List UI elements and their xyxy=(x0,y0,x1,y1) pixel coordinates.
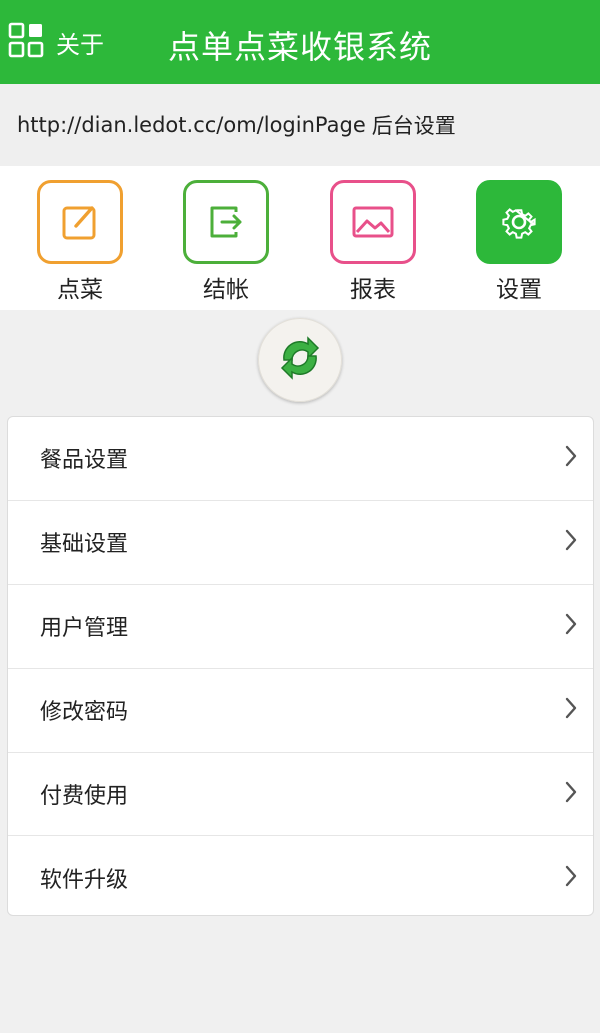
settings-button[interactable]: 设置 xyxy=(459,180,579,304)
checkout-button[interactable]: 结帐 xyxy=(166,180,286,304)
about-label: 关于 xyxy=(56,30,104,59)
menu-item-label: 软件升级 xyxy=(40,868,129,894)
checkout-label: 结帐 xyxy=(203,277,249,303)
refresh-icon xyxy=(272,330,328,390)
menu-item-change-password[interactable]: 修改密码 xyxy=(8,669,593,753)
server-url-bar[interactable]: http://dian.ledot.cc/om/loginPage 后台设置 xyxy=(0,84,600,166)
chevron-right-icon xyxy=(563,780,579,808)
app-title: 点单点菜收银系统 xyxy=(168,28,433,66)
function-row: 点菜 结帐 报表 设置 xyxy=(0,166,600,310)
order-dishes-label: 点菜 xyxy=(57,277,103,303)
chevron-right-icon xyxy=(563,612,579,640)
about-button[interactable]: 关于 xyxy=(8,22,104,62)
chevron-right-icon xyxy=(563,864,579,892)
menu-item-user-management[interactable]: 用户管理 xyxy=(8,585,593,669)
report-button[interactable]: 报表 xyxy=(313,180,433,304)
edit-icon xyxy=(37,180,123,264)
grid-menu-icon xyxy=(8,22,44,62)
refresh-button[interactable] xyxy=(258,318,342,402)
report-label: 报表 xyxy=(350,277,396,303)
server-url: http://dian.ledot.cc/om/loginPage xyxy=(17,113,366,137)
settings-label: 设置 xyxy=(496,277,542,303)
menu-item-dish-settings[interactable]: 餐品设置 xyxy=(8,417,593,501)
app-header: 关于 点单点菜收银系统 xyxy=(0,0,600,84)
menu-item-label: 基础设置 xyxy=(40,532,129,558)
menu-item-paid-usage[interactable]: 付费使用 xyxy=(8,753,593,837)
gear-icon xyxy=(476,180,562,264)
menu-item-software-upgrade[interactable]: 软件升级 xyxy=(8,836,593,915)
exit-icon xyxy=(183,180,269,264)
chevron-right-icon xyxy=(563,444,579,472)
menu-item-label: 餐品设置 xyxy=(40,448,129,474)
image-icon xyxy=(330,180,416,264)
menu-item-label: 付费使用 xyxy=(40,784,129,809)
backend-settings-label: 后台设置 xyxy=(371,114,456,138)
settings-menu: 餐品设置 基础设置 用户管理 修改密码 付费使用 软件升级 xyxy=(7,416,594,916)
order-dishes-button[interactable]: 点菜 xyxy=(20,180,140,304)
menu-item-label: 修改密码 xyxy=(40,700,129,726)
chevron-right-icon xyxy=(563,696,579,724)
menu-item-basic-settings[interactable]: 基础设置 xyxy=(8,501,593,585)
chevron-right-icon xyxy=(563,528,579,556)
menu-item-label: 用户管理 xyxy=(40,616,129,642)
